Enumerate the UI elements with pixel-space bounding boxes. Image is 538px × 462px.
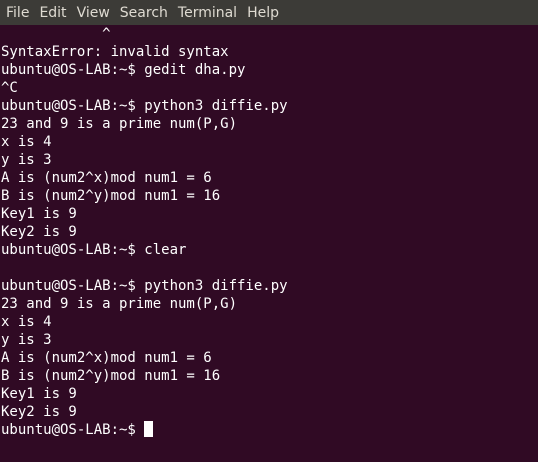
terminal-line: y is 3: [1, 152, 52, 168]
terminal-line: SyntaxError: invalid syntax: [1, 44, 229, 60]
terminal-line: Key1 is 9: [1, 206, 77, 222]
terminal-line: y is 3: [1, 332, 52, 348]
menu-view[interactable]: View: [77, 5, 110, 21]
terminal-line: ^: [1, 26, 111, 42]
menu-help[interactable]: Help: [247, 5, 279, 21]
terminal-line: Key2 is 9: [1, 404, 77, 420]
menu-search[interactable]: Search: [120, 5, 168, 21]
terminal-line: ubuntu@OS-LAB:~$ clear: [1, 242, 187, 258]
terminal-line: ^C: [1, 80, 18, 96]
terminal-line: B is (num2^y)mod num1 = 16: [1, 368, 221, 384]
terminal-line: 23 and 9 is a prime num(P,G): [1, 116, 238, 132]
terminal-window: File Edit View Search Terminal Help ^ Sy…: [0, 0, 538, 462]
terminal-line: ubuntu@OS-LAB:~$ python3 diffie.py: [1, 98, 288, 114]
terminal-line: ubuntu@OS-LAB:~$ python3 diffie.py: [1, 278, 288, 294]
shell-prompt: ubuntu@OS-LAB:~$: [1, 422, 145, 438]
terminal-line: B is (num2^y)mod num1 = 16: [1, 188, 221, 204]
terminal-line: A is (num2^x)mod num1 = 6: [1, 170, 212, 186]
terminal-output[interactable]: ^ SyntaxError: invalid syntax ubuntu@OS-…: [0, 25, 538, 439]
terminal-line: x is 4: [1, 314, 52, 330]
prompt-line[interactable]: ubuntu@OS-LAB:~$: [1, 421, 538, 439]
terminal-line: A is (num2^x)mod num1 = 6: [1, 350, 212, 366]
menu-terminal[interactable]: Terminal: [178, 5, 237, 21]
menu-file[interactable]: File: [6, 5, 29, 21]
menu-bar: File Edit View Search Terminal Help: [0, 0, 538, 25]
terminal-line: ubuntu@OS-LAB:~$ gedit dha.py: [1, 62, 246, 78]
terminal-line: Key1 is 9: [1, 386, 77, 402]
terminal-line: 23 and 9 is a prime num(P,G): [1, 296, 238, 312]
terminal-line: Key2 is 9: [1, 224, 77, 240]
text-cursor: [144, 421, 154, 437]
menu-edit[interactable]: Edit: [39, 5, 66, 21]
terminal-line: x is 4: [1, 134, 52, 150]
